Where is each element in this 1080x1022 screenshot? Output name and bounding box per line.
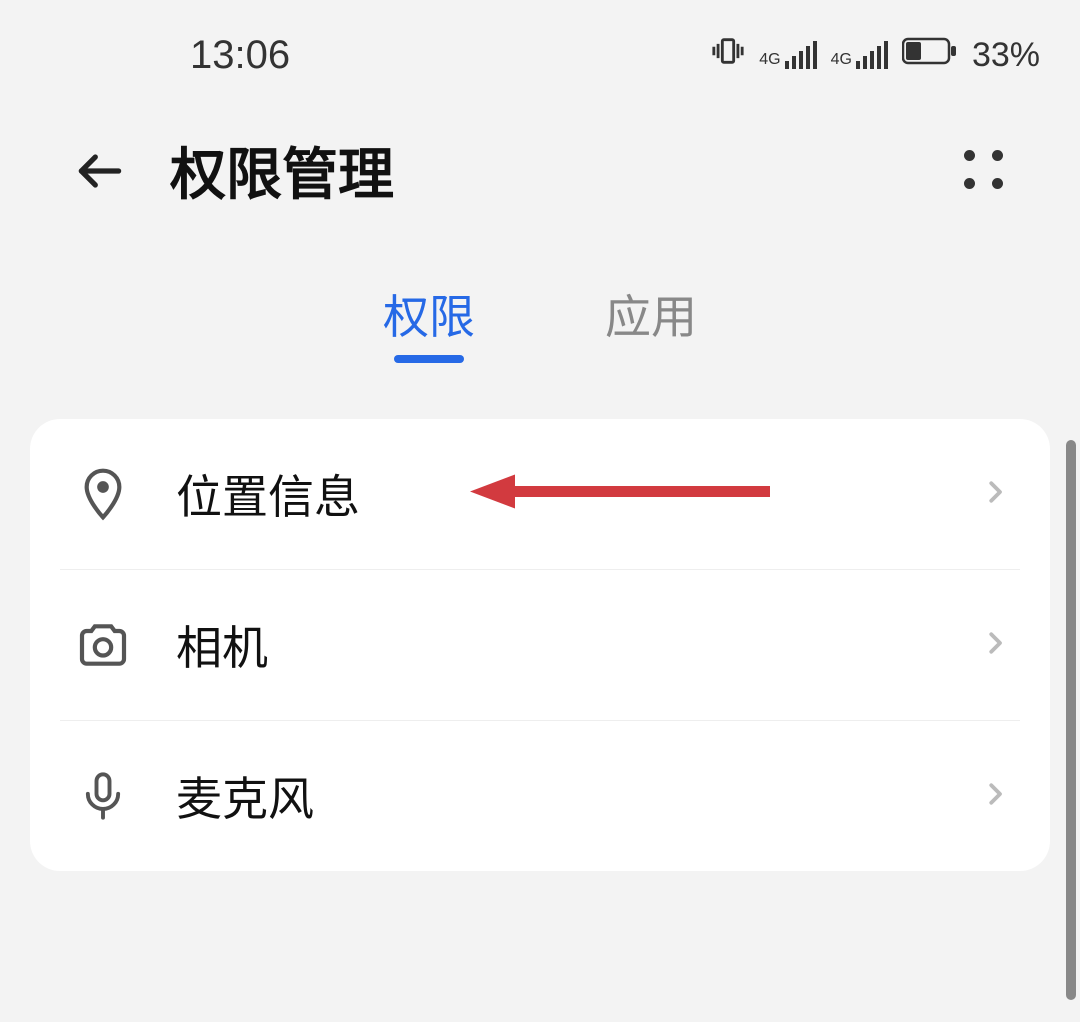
status-indicators: 4G 4G 33% [711,34,1040,77]
back-button[interactable] [70,141,130,201]
permission-row-location[interactable]: 位置信息 [60,419,1020,570]
tab-permissions[interactable]: 权限 [383,281,475,359]
microphone-icon [70,763,136,829]
page-title: 权限管理 [170,130,920,211]
permission-row-camera[interactable]: 相机 [60,570,1020,721]
permission-row-microphone[interactable]: 麦克风 [60,721,1020,871]
back-arrow-icon [72,143,128,199]
signal-1: 4G [759,41,816,69]
menu-button[interactable] [960,146,1010,196]
tab-apps[interactable]: 应用 [605,281,697,359]
chevron-right-icon [980,771,1010,822]
chevron-right-icon [980,469,1010,520]
battery-percent: 33% [972,36,1040,75]
status-time: 13:06 [190,33,290,78]
vibrate-icon [711,34,745,77]
battery-icon [902,36,958,75]
permission-label: 相机 [176,612,940,678]
signal-2: 4G [831,41,888,69]
permission-label: 位置信息 [176,461,940,527]
scrollbar[interactable] [1066,440,1076,1000]
page-header: 权限管理 [0,110,1080,261]
location-icon [70,461,136,527]
status-bar: 13:06 4G 4G 33% [0,0,1080,110]
camera-icon [70,612,136,678]
permissions-card: 位置信息 相机 麦克风 [30,419,1050,871]
tab-bar: 权限 应用 [0,261,1080,389]
permission-label: 麦克风 [176,763,940,829]
chevron-right-icon [980,620,1010,671]
